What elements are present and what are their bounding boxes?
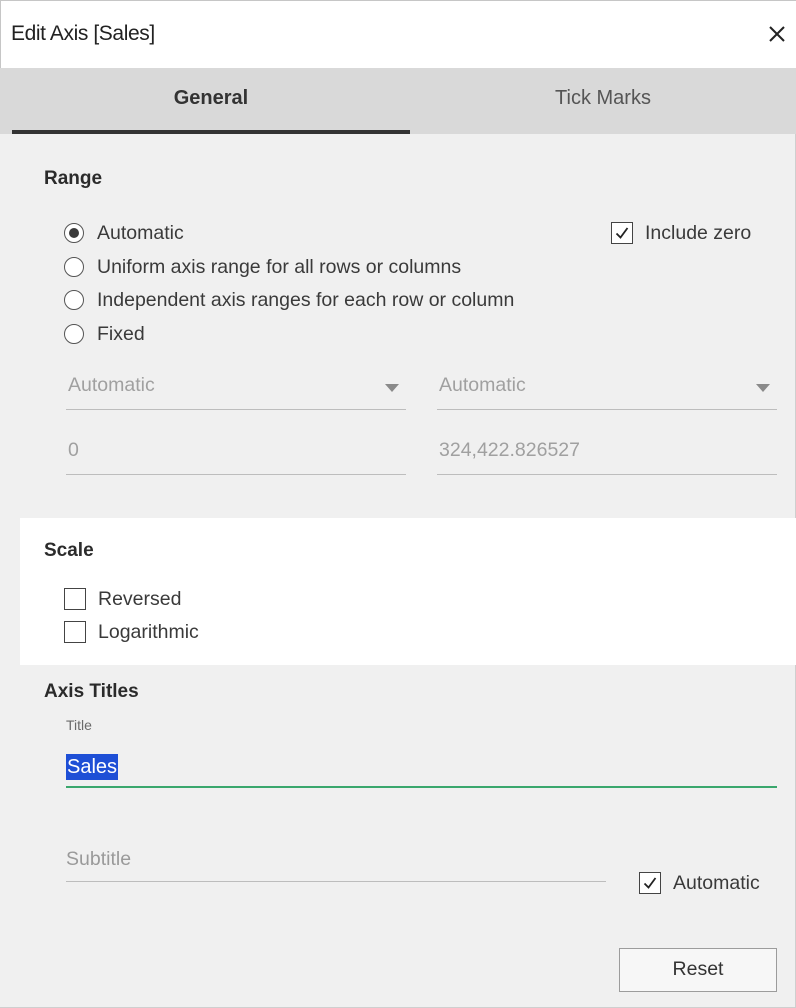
range-end-input[interactable]: 324,422.826527 [437, 431, 777, 475]
checkbox-unchecked[interactable] [64, 621, 86, 643]
radio-fixed-label: Fixed [97, 322, 145, 345]
tab-bar: General Tick Marks [0, 68, 796, 134]
radio-button-selected[interactable] [64, 223, 84, 243]
reversed-checkbox[interactable]: Reversed [64, 585, 181, 613]
range-start-value: 0 [68, 439, 79, 461]
include-zero-label: Include zero [645, 221, 752, 244]
axis-subtitle-input[interactable]: Subtitle [66, 838, 606, 882]
range-end-dropdown-value: Automatic [439, 374, 526, 396]
checkbox-checked[interactable] [639, 872, 661, 894]
tab-general[interactable]: General [12, 68, 410, 134]
range-start-input[interactable]: 0 [66, 431, 406, 475]
logarithmic-label: Logarithmic [98, 620, 199, 643]
reset-button[interactable]: Reset [619, 948, 777, 992]
close-icon [769, 26, 785, 42]
radio-automatic-label: Automatic [97, 221, 184, 244]
include-zero-checkbox[interactable]: Include zero [611, 219, 751, 247]
checkbox-checked[interactable] [611, 222, 633, 244]
radio-fixed[interactable]: Fixed [64, 320, 145, 348]
range-end-dropdown[interactable]: Automatic [437, 366, 777, 410]
checkmark-icon [643, 877, 657, 889]
scale-heading: Scale [44, 540, 94, 561]
axis-titles-heading: Axis Titles [44, 681, 139, 702]
dialog-titlebar: Edit Axis [Sales] [0, 0, 796, 68]
dialog-title: Edit Axis [Sales] [11, 22, 155, 45]
scale-section: Scale Reversed Logarithmic [20, 518, 796, 665]
radio-button[interactable] [64, 257, 84, 277]
range-end-value: 324,422.826527 [439, 439, 580, 461]
chevron-down-icon [385, 384, 399, 392]
radio-automatic[interactable]: Automatic [64, 219, 184, 247]
checkbox-unchecked[interactable] [64, 588, 86, 610]
checkmark-icon [615, 227, 629, 239]
tab-tick-marks[interactable]: Tick Marks [410, 68, 796, 134]
logarithmic-checkbox[interactable]: Logarithmic [64, 618, 199, 646]
edit-axis-dialog: Edit Axis [Sales] General Tick Marks Ran… [0, 0, 796, 1008]
radio-button[interactable] [64, 324, 84, 344]
title-field-label: Title [66, 717, 92, 733]
reversed-label: Reversed [98, 587, 182, 610]
radio-uniform-range-label: Uniform axis range for all rows or colum… [97, 255, 462, 278]
axis-title-value: Sales [66, 754, 119, 780]
radio-independent-range[interactable]: Independent axis ranges for each row or … [64, 286, 514, 314]
subtitle-automatic-checkbox[interactable]: Automatic [639, 869, 760, 897]
close-button[interactable] [762, 19, 792, 49]
radio-button[interactable] [64, 290, 84, 310]
radio-independent-range-label: Independent axis ranges for each row or … [97, 288, 515, 311]
chevron-down-icon [756, 384, 770, 392]
subtitle-automatic-label: Automatic [673, 871, 760, 894]
axis-title-input[interactable]: Sales [66, 748, 777, 788]
range-heading: Range [44, 168, 103, 189]
range-start-dropdown[interactable]: Automatic [66, 366, 406, 410]
range-start-dropdown-value: Automatic [68, 374, 155, 396]
radio-uniform-range[interactable]: Uniform axis range for all rows or colum… [64, 253, 461, 281]
subtitle-placeholder: Subtitle [66, 848, 132, 870]
